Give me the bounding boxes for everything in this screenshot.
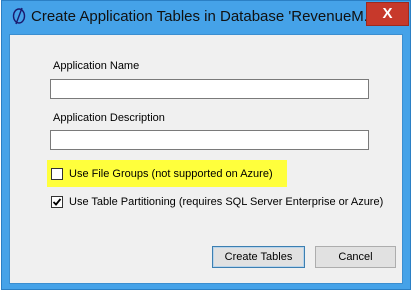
close-icon: X <box>382 5 393 22</box>
create-tables-button[interactable]: Create Tables <box>212 246 305 268</box>
cancel-button[interactable]: Cancel <box>315 246 396 268</box>
app-logo-icon <box>10 6 28 26</box>
use-file-groups-label[interactable]: Use File Groups (not supported on Azure) <box>69 168 273 180</box>
title-bar[interactable]: Create Application Tables in Database 'R… <box>2 1 410 35</box>
dialog-window: Create Application Tables in Database 'R… <box>1 0 411 290</box>
dialog-body: Application Name Application Description… <box>9 34 403 284</box>
application-name-label: Application Name <box>53 60 140 72</box>
checkmark-icon <box>52 198 62 206</box>
application-name-input[interactable] <box>50 79 369 99</box>
use-table-partitioning-label[interactable]: Use Table Partitioning (requires SQL Ser… <box>69 196 383 208</box>
use-table-partitioning-checkbox[interactable] <box>51 196 63 208</box>
use-file-groups-checkbox[interactable] <box>51 168 63 180</box>
application-description-label: Application Description <box>53 112 165 124</box>
close-button[interactable]: X <box>366 2 409 26</box>
window-title: Create Application Tables in Database 'R… <box>31 8 366 25</box>
application-description-input[interactable] <box>50 130 369 150</box>
